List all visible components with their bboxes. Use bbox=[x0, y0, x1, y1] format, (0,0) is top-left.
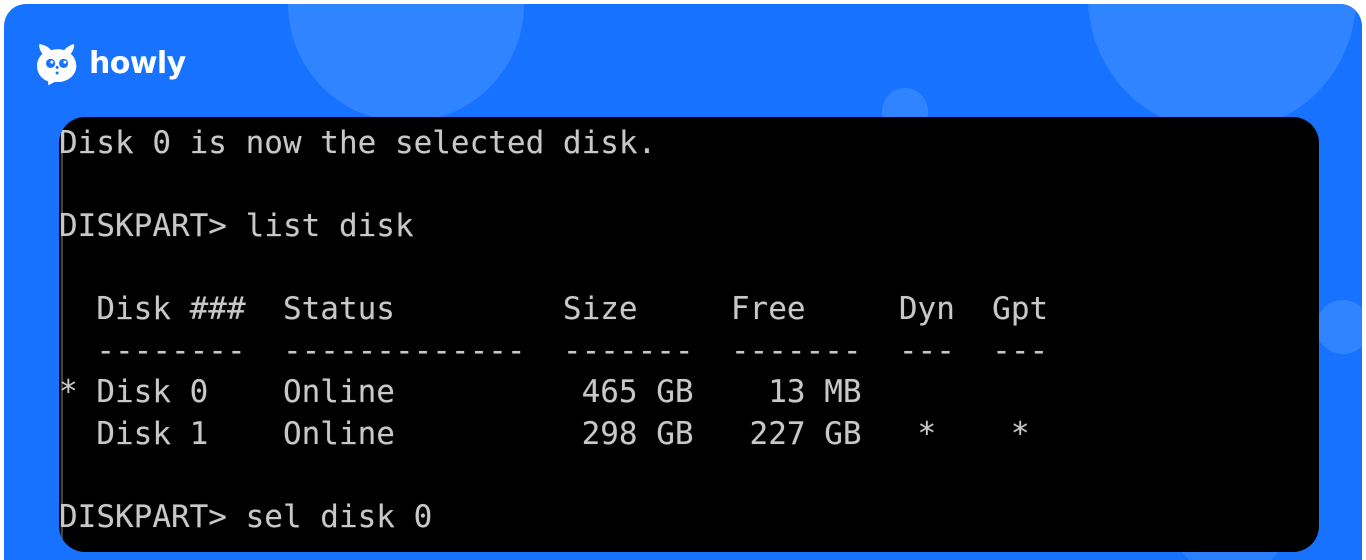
brand-logo: howly bbox=[36, 42, 186, 86]
terminal-inner: Disk 0 is now the selected disk. DISKPAR… bbox=[59, 117, 1319, 552]
terminal-output: Disk 0 is now the selected disk. DISKPAR… bbox=[59, 125, 1049, 535]
brand-wordmark: howly bbox=[89, 46, 186, 81]
decorative-circle-1 bbox=[288, 4, 524, 122]
decorative-circle-2 bbox=[1088, 4, 1356, 132]
brand-panel: howly Disk 0 is now the selected disk. D… bbox=[4, 4, 1362, 560]
screenshot-root: howly Disk 0 is now the selected disk. D… bbox=[0, 0, 1366, 560]
decorative-circle-4 bbox=[1316, 300, 1362, 354]
terminal-window[interactable]: Disk 0 is now the selected disk. DISKPAR… bbox=[59, 117, 1319, 552]
owl-speech-bubble-icon bbox=[36, 42, 78, 86]
